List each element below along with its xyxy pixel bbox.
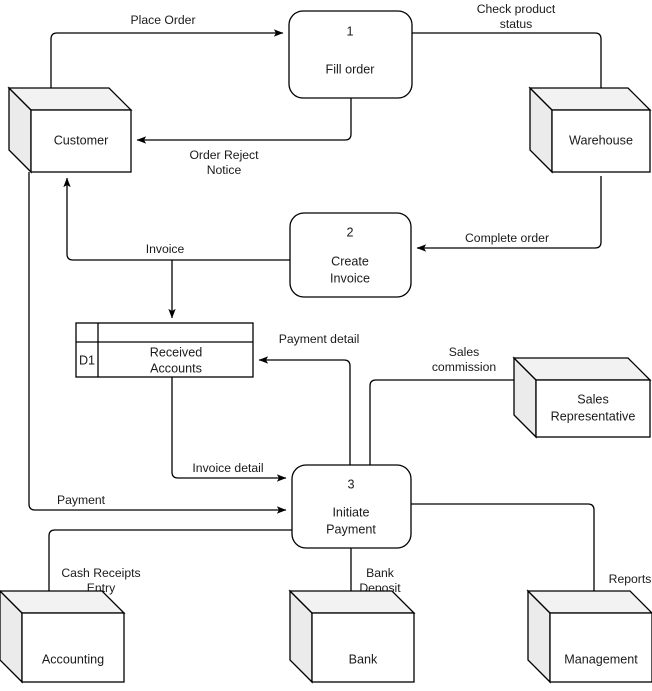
- process-name-3b: Payment: [326, 522, 376, 536]
- flow-invoice: Invoice: [63, 177, 290, 319]
- datastore-name-1: Received: [150, 345, 203, 359]
- flow-label-check-product-status-2: status: [500, 17, 533, 31]
- flow-label-order-reject-notice-1: Order Reject: [189, 148, 259, 162]
- flow-label-bank-deposit-1: Bank: [366, 566, 395, 580]
- flow-invoice-detail: Invoice detail: [171, 377, 287, 482]
- entity-label-customer: Customer: [54, 133, 109, 147]
- process-number-2: 2: [346, 225, 353, 239]
- process-name-1: Fill order: [326, 62, 375, 76]
- entity-management[interactable]: Management: [526, 589, 652, 684]
- process-number-1: 1: [346, 24, 353, 38]
- entity-label-bank: Bank: [349, 652, 378, 666]
- process-name-3a: Initiate: [332, 505, 369, 519]
- flow-label-place-order: Place Order: [130, 13, 195, 27]
- entity-accounting[interactable]: Accounting: [0, 590, 126, 684]
- process-name-2a: Create: [331, 254, 369, 268]
- flow-label-order-reject-notice-2: Notice: [207, 163, 242, 177]
- flow-label-invoice: Invoice: [146, 242, 185, 256]
- datastore-code-d1: D1: [79, 353, 95, 367]
- entity-sales-representative[interactable]: Sales Representative: [512, 356, 652, 439]
- dfd-canvas: Place Order Check product status Order R…: [0, 0, 652, 691]
- datastore-name-2: Accounts: [150, 361, 202, 375]
- entity-label-accounting: Accounting: [42, 652, 104, 666]
- flow-label-complete-order: Complete order: [465, 231, 549, 245]
- entity-label-sales-representative-1: Sales: [577, 392, 609, 406]
- flow-order-reject-notice: Order Reject Notice: [136, 98, 352, 177]
- datastore-received-accounts[interactable]: D1 Received Accounts: [75, 322, 254, 378]
- flow-label-payment-detail: Payment detail: [279, 332, 360, 346]
- entity-label-sales-representative-2: Representative: [551, 409, 636, 423]
- entity-warehouse[interactable]: Warehouse: [528, 86, 652, 174]
- flow-label-reports: Reports: [609, 572, 652, 586]
- entity-bank[interactable]: Bank: [288, 589, 416, 684]
- flow-label-check-product-status-1: Check product: [477, 2, 556, 16]
- flow-label-payment: Payment: [57, 493, 106, 507]
- entity-label-warehouse: Warehouse: [569, 133, 633, 147]
- flow-payment-detail: Payment detail: [258, 332, 360, 465]
- process-fill-order[interactable]: 1 Fill order: [288, 10, 413, 99]
- flow-check-product-status: Check product status: [412, 2, 605, 101]
- flow-place-order: Place Order: [50, 13, 284, 92]
- process-name-2b: Invoice: [330, 271, 370, 285]
- flow-complete-order: Complete order: [416, 176, 602, 252]
- process-initiate-payment[interactable]: 3 Initiate Payment: [291, 464, 412, 549]
- process-number-3: 3: [347, 477, 354, 491]
- flow-sales-commission: Sales commission: [369, 345, 531, 465]
- flow-label-sales-commission-1: Sales: [449, 345, 480, 359]
- entity-label-management: Management: [564, 652, 638, 666]
- flow-label-invoice-detail: Invoice detail: [192, 461, 263, 475]
- process-create-invoice[interactable]: 2 Create Invoice: [289, 212, 412, 298]
- entity-customer[interactable]: Customer: [7, 86, 133, 174]
- flow-label-sales-commission-2: commission: [432, 360, 496, 374]
- flow-label-cash-receipts-entry-1: Cash Receipts: [61, 566, 140, 580]
